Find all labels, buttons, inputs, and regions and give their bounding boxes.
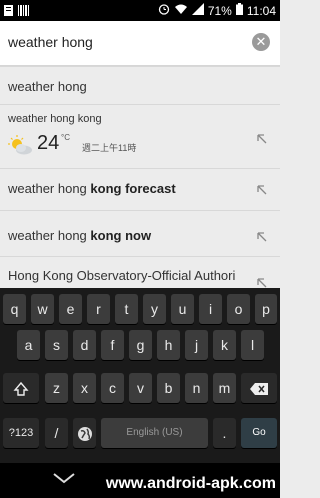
key-o[interactable]: o: [227, 294, 250, 324]
shift-key[interactable]: [3, 373, 39, 403]
period-key[interactable]: .: [213, 418, 236, 448]
key-e[interactable]: e: [59, 294, 82, 324]
weather-suggestion[interactable]: weather hong kong 24 °C 週二上午11時: [0, 104, 280, 169]
key-i[interactable]: i: [199, 294, 222, 324]
key-p[interactable]: p: [255, 294, 277, 324]
weather-time: 週二上午11時: [82, 143, 137, 153]
weather-unit: °C: [61, 133, 70, 142]
battery-icon: [235, 3, 243, 18]
watermark: www.android-apk.com: [105, 475, 276, 492]
key-z[interactable]: z: [45, 373, 68, 403]
backspace-key[interactable]: [241, 373, 277, 403]
globe-icon: [77, 427, 92, 442]
signal-icon: [191, 3, 204, 18]
key-s[interactable]: s: [45, 330, 68, 360]
chevron-down-icon[interactable]: [52, 471, 76, 485]
weather-temperature: 24: [37, 132, 60, 154]
wifi-icon: [174, 3, 188, 18]
slash-key[interactable]: /: [45, 418, 68, 448]
arrow-icon[interactable]: [256, 231, 268, 243]
status-bar: 71% 11:04: [0, 0, 280, 21]
key-q[interactable]: q: [3, 294, 26, 324]
alarm-icon: [158, 3, 170, 18]
spacebar[interactable]: English (US): [101, 418, 208, 448]
go-button[interactable]: Go: [241, 418, 277, 448]
arrow-icon[interactable]: [256, 184, 268, 196]
suggestion-prefix: weather hong: [8, 228, 91, 243]
suggestion-item[interactable]: Hong Kong Observatory-Official Authori: [0, 256, 280, 289]
suggestion-item[interactable]: weather hong: [0, 66, 280, 105]
barcode-icon: [18, 3, 30, 21]
key-l[interactable]: l: [241, 330, 264, 360]
key-f[interactable]: f: [101, 330, 124, 360]
key-b[interactable]: b: [157, 373, 180, 403]
suggestion-text: Hong Kong Observatory-Official Authori: [8, 268, 236, 283]
symbols-key[interactable]: ?123: [3, 418, 39, 448]
battery-percent: 71%: [207, 3, 232, 18]
key-y[interactable]: y: [143, 294, 166, 324]
clock: 11:04: [246, 3, 276, 18]
key-r[interactable]: r: [87, 294, 110, 324]
arrow-icon[interactable]: [256, 133, 268, 145]
key-x[interactable]: x: [73, 373, 96, 403]
suggestion-bold: kong now: [90, 228, 152, 243]
key-h[interactable]: h: [157, 330, 180, 360]
suggestion-prefix: weather hong: [8, 181, 91, 196]
language-key[interactable]: [73, 418, 96, 448]
weather-title: weather hong kong: [8, 113, 102, 125]
suggestion-bold: kong forecast: [90, 181, 176, 196]
keyboard: q w e r t y u i o p a s d f g h j k l z …: [0, 288, 280, 463]
search-bar[interactable]: weather hong ✕: [0, 21, 280, 66]
backspace-icon: [250, 383, 268, 396]
search-input[interactable]: weather hong: [8, 34, 93, 50]
sun-cloud-icon: [8, 135, 34, 155]
key-n[interactable]: n: [185, 373, 208, 403]
suggestion-text: weather hong: [8, 79, 87, 94]
key-t[interactable]: t: [115, 294, 138, 324]
suggestion-item[interactable]: weather hong kong forecast: [0, 168, 280, 211]
key-v[interactable]: v: [129, 373, 152, 403]
key-m[interactable]: m: [213, 373, 236, 403]
key-g[interactable]: g: [129, 330, 152, 360]
key-j[interactable]: j: [185, 330, 208, 360]
key-w[interactable]: w: [31, 294, 54, 324]
key-c[interactable]: c: [101, 373, 124, 403]
key-k[interactable]: k: [213, 330, 236, 360]
clear-icon[interactable]: ✕: [252, 33, 270, 51]
key-a[interactable]: a: [17, 330, 40, 360]
key-u[interactable]: u: [171, 294, 194, 324]
suggestion-item[interactable]: weather hong kong now: [0, 210, 280, 257]
key-d[interactable]: d: [73, 330, 96, 360]
notification-icon: [4, 3, 13, 21]
shift-icon: [13, 382, 29, 396]
